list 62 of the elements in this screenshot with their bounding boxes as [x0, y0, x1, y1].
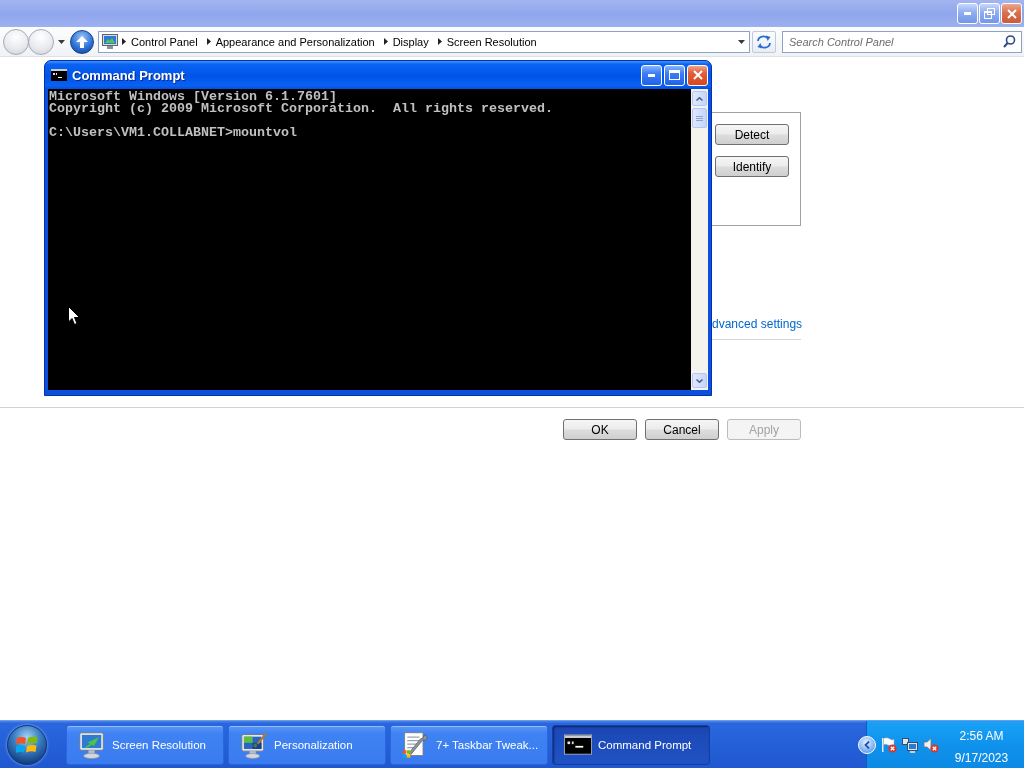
chevron-right-icon: [437, 38, 442, 45]
console-line: Microsoft Windows [Version 6.1.7601]: [49, 91, 337, 103]
windows-logo-icon: [16, 734, 38, 755]
maximize-button[interactable]: [664, 64, 685, 86]
dialog-button[interactable]: Cancel: [645, 419, 719, 440]
panel-button[interactable]: Detect: [715, 124, 789, 145]
speaker-error-icon[interactable]: [923, 736, 939, 753]
settings-link[interactable]: dvanced settings: [712, 317, 803, 332]
flag-error-icon[interactable]: [881, 736, 897, 753]
dialog-button[interactable]: OK: [563, 419, 637, 440]
close-icon: [1006, 8, 1017, 19]
restore-button[interactable]: [979, 3, 1000, 24]
dropdown-caret-icon: [738, 39, 745, 44]
close-icon: [692, 70, 703, 80]
console-title: Command Prompt: [72, 67, 186, 83]
scroll-down-button[interactable]: [692, 373, 707, 388]
show-hidden-icons-button[interactable]: [858, 735, 876, 754]
up-button[interactable]: [70, 29, 94, 54]
caret-icon: [58, 39, 65, 44]
command-line: C:\Users\VM1.COLLABNET>mountvol: [49, 127, 297, 139]
clock-date[interactable]: 9/17/2023: [954, 748, 1009, 767]
chevron-down-icon: [696, 378, 703, 383]
document-wrench-icon: [402, 730, 430, 759]
console-app-icon: [51, 69, 67, 81]
breadcrumb-item[interactable]: Appearance and Personalization: [210, 32, 380, 51]
refresh-icon: [756, 34, 772, 49]
breadcrumb-item[interactable]: Screen Resolution: [441, 32, 542, 51]
minimize-button[interactable]: [641, 64, 662, 86]
scrollbar-thumb[interactable]: [692, 108, 707, 128]
minimize-icon: [964, 12, 971, 15]
restore-icon: [984, 8, 995, 19]
panel-button[interactable]: Identify: [715, 156, 789, 177]
grip-icon: [696, 115, 703, 121]
chevron-right-icon: [122, 38, 126, 45]
up-arrow-icon: [76, 35, 88, 48]
taskbar-button[interactable]: 7+ Taskbar Tweak...: [390, 724, 548, 765]
monitor-brush-icon: [240, 730, 268, 759]
refresh-button[interactable]: [752, 30, 776, 53]
network-icon[interactable]: [902, 736, 918, 753]
scroll-up-button[interactable]: [692, 91, 707, 106]
chevron-right-icon: [383, 38, 388, 45]
minimize-icon: [648, 73, 655, 77]
close-button[interactable]: [1001, 3, 1022, 24]
mouse-pointer-icon: [68, 306, 80, 325]
address-bar[interactable]: Control Panel Appearance and Personalization Display Screen Resolution: [98, 30, 750, 53]
taskbar-button[interactable]: Command Prompt: [552, 724, 710, 765]
maximize-icon: [669, 70, 680, 80]
search-icon[interactable]: [1003, 34, 1016, 48]
breadcrumb-item[interactable]: Display: [387, 32, 434, 51]
taskbar-button[interactable]: Personalization: [228, 724, 386, 765]
breadcrumb-item[interactable]: Control Panel: [126, 32, 203, 51]
chevron-up-icon: [696, 96, 703, 101]
taskbar-button[interactable]: Screen Resolution: [66, 724, 224, 765]
chevron-right-icon: [206, 38, 211, 45]
close-button[interactable]: [687, 64, 708, 86]
minimize-button[interactable]: [957, 3, 978, 24]
console-line: Copyright (c) 2009 Microsoft Corporation. All rights reserved.: [49, 103, 553, 115]
chevron-left-icon: [864, 740, 870, 749]
search-field[interactable]: Search Control Panel: [782, 30, 1022, 53]
monitor-icon: [78, 730, 106, 759]
start-button[interactable]: [7, 724, 47, 765]
monitor-icon: [102, 34, 118, 49]
